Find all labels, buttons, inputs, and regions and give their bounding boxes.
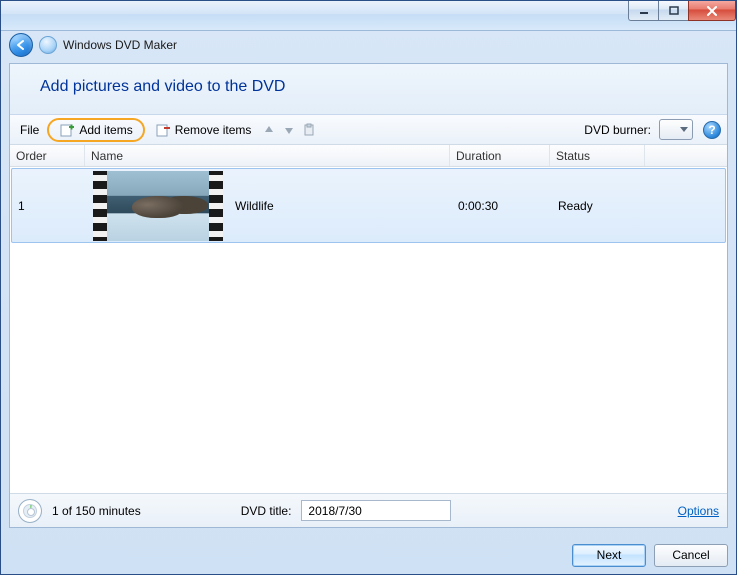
chevron-down-icon <box>680 127 688 133</box>
next-button[interactable]: Next <box>572 544 646 567</box>
options-link[interactable]: Options <box>678 504 719 518</box>
add-items-icon <box>59 122 75 138</box>
add-items-button[interactable]: Add items <box>47 118 144 142</box>
titlebar <box>1 1 736 31</box>
column-header-status[interactable]: Status <box>550 145 645 166</box>
column-header-name[interactable]: Name <box>85 145 450 166</box>
remove-items-button[interactable]: Remove items <box>149 120 258 140</box>
disc-usage-icon <box>18 499 42 523</box>
column-header-order[interactable]: Order <box>10 145 85 166</box>
video-thumbnail <box>93 171 223 241</box>
maximize-icon <box>669 6 679 16</box>
file-menu[interactable]: File <box>16 123 43 137</box>
toolbar: File Add items Remove items <box>10 115 727 145</box>
footer-buttons: Next Cancel <box>1 536 736 574</box>
back-arrow-icon <box>14 38 28 52</box>
dvd-burner-combo[interactable] <box>659 119 693 140</box>
list-item[interactable]: 1 Wildlife 0:00:30 Ready <box>11 168 726 243</box>
column-header-duration[interactable]: Duration <box>450 145 550 166</box>
window-controls <box>628 1 736 30</box>
arrow-down-icon <box>282 123 296 137</box>
navbar: Windows DVD Maker <box>1 31 736 59</box>
cell-status: Ready <box>552 199 647 213</box>
titlebar-spacer <box>1 1 628 30</box>
remove-items-label: Remove items <box>175 123 252 137</box>
cell-order: 1 <box>12 199 87 213</box>
close-button[interactable] <box>688 1 736 21</box>
clipboard-icon <box>302 123 316 137</box>
app-title: Windows DVD Maker <box>63 38 177 52</box>
item-name-label: Wildlife <box>235 199 274 213</box>
arrow-up-icon <box>262 123 276 137</box>
remove-items-icon <box>155 122 171 138</box>
minimize-icon <box>639 6 649 16</box>
dvd-burner-label: DVD burner: <box>580 123 655 137</box>
maximize-button[interactable] <box>658 1 688 21</box>
dvd-title-label: DVD title: <box>241 504 292 518</box>
move-down-button[interactable] <box>281 122 297 138</box>
content-card: Add pictures and video to the DVD File A… <box>9 63 728 528</box>
back-button[interactable] <box>9 33 33 57</box>
cancel-button-label: Cancel <box>672 548 709 562</box>
help-button[interactable]: ? <box>703 121 721 139</box>
move-up-button[interactable] <box>261 122 277 138</box>
paste-button[interactable] <box>301 122 317 138</box>
item-list: 1 Wildlife 0:00:30 Ready <box>10 167 727 493</box>
status-bar: 1 of 150 minutes DVD title: Options <box>10 493 727 527</box>
list-column-headers: Order Name Duration Status <box>10 145 727 167</box>
next-button-label: Next <box>597 548 622 562</box>
help-icon: ? <box>708 123 715 137</box>
close-icon <box>706 6 718 16</box>
minimize-button[interactable] <box>628 1 658 21</box>
cell-duration: 0:00:30 <box>452 199 552 213</box>
app-icon <box>39 36 57 54</box>
window-root: Windows DVD Maker Add pictures and video… <box>0 0 737 575</box>
cell-name: Wildlife <box>87 171 452 241</box>
minutes-used-label: 1 of 150 minutes <box>52 504 141 518</box>
add-items-label: Add items <box>79 123 132 137</box>
dvd-title-input[interactable] <box>301 500 451 521</box>
cancel-button[interactable]: Cancel <box>654 544 728 567</box>
page-heading: Add pictures and video to the DVD <box>10 64 727 115</box>
